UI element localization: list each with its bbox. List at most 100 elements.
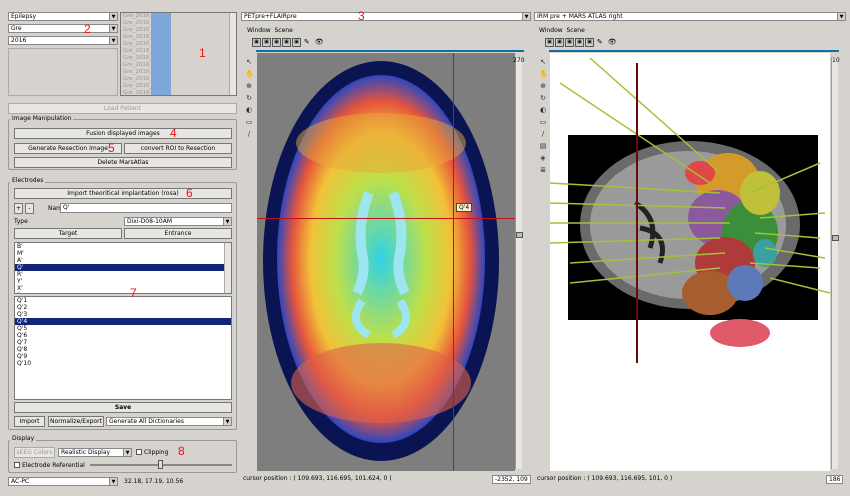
seeg-colors-button[interactable]: sEEG Colors bbox=[14, 447, 55, 458]
left-view-slider-handle[interactable] bbox=[516, 232, 523, 238]
right-view-slider[interactable] bbox=[831, 57, 839, 469]
electrode-list-item[interactable]: I' bbox=[15, 292, 231, 293]
oblique-view-icon[interactable]: ▣ bbox=[282, 38, 291, 47]
electrode-list-item[interactable]: B' bbox=[15, 243, 231, 250]
normalize-export-button[interactable]: Normalize/Export bbox=[48, 416, 104, 427]
sagittal-view-icon[interactable]: ▣ bbox=[262, 38, 271, 47]
load-patient-button[interactable]: Load Patient bbox=[8, 103, 237, 114]
axial-view-icon[interactable]: ▣ bbox=[545, 38, 554, 47]
electrode-list-scrollbar[interactable] bbox=[224, 243, 231, 293]
right-menu-scene[interactable]: Scene bbox=[567, 27, 585, 34]
subject-item[interactable]: Gre_2016_ bbox=[121, 83, 152, 90]
3d-view-icon[interactable]: ▣ bbox=[585, 38, 594, 47]
palette-icon[interactable]: ◈ bbox=[539, 154, 547, 162]
year-select[interactable]: 2016 ▼ bbox=[8, 36, 118, 45]
3d-view-icon[interactable]: ▣ bbox=[292, 38, 301, 47]
subject-item[interactable]: Gre_2016_ bbox=[121, 55, 152, 62]
contact-list-item[interactable]: Q'1 bbox=[15, 297, 231, 304]
entrance-button[interactable]: Entrance bbox=[124, 228, 232, 239]
import-button[interactable]: Import bbox=[14, 416, 45, 427]
zoom-icon[interactable]: ⊕ bbox=[245, 82, 253, 90]
subject-list[interactable]: Gre_2016_ Gre_2016_ Gre_2016_ Gre_2016_ Gre_… bbox=[120, 12, 237, 96]
save-button[interactable]: Save bbox=[14, 402, 232, 413]
clipping-slider-handle[interactable] bbox=[158, 460, 163, 469]
pan-icon[interactable]: ✋ bbox=[245, 70, 254, 78]
contact-list-item[interactable]: Q'6 bbox=[15, 332, 231, 339]
pan-icon[interactable]: ✋ bbox=[539, 70, 548, 78]
delete-marsatlas-button[interactable]: Delete MarsAtlas bbox=[14, 157, 232, 168]
subject-item[interactable]: Gre_2016_ bbox=[121, 13, 152, 20]
rotate-icon[interactable]: ↻ bbox=[539, 94, 547, 102]
subject-item[interactable]: Gre_2016_ bbox=[121, 62, 152, 69]
oblique-view-icon[interactable]: ▣ bbox=[575, 38, 584, 47]
fusion-button[interactable]: Fusion displayed images bbox=[14, 128, 232, 139]
subject-item[interactable]: Gre_2016_ bbox=[121, 69, 152, 76]
right-menu-window[interactable]: Window bbox=[539, 27, 563, 34]
clipping-checkbox[interactable] bbox=[136, 449, 142, 455]
right-view-slider-handle[interactable] bbox=[832, 235, 839, 241]
electrode-list-item[interactable]: A' bbox=[15, 257, 231, 264]
convert-roi-button[interactable]: convert ROI to Resection bbox=[124, 143, 232, 154]
dictionaries-select[interactable]: Generate All Dictionaries ▼ bbox=[106, 417, 232, 426]
coord-mode-select[interactable]: AC-PC ▼ bbox=[8, 477, 118, 486]
left-view-selector[interactable]: PETpre+FLAIRpre ▼ bbox=[241, 12, 531, 21]
pointer-icon[interactable]: ↖ bbox=[245, 58, 253, 66]
electrode-list-item[interactable]: X' bbox=[15, 285, 231, 292]
remove-electrode-button[interactable]: - bbox=[25, 203, 34, 214]
coronal-view-icon[interactable]: ▣ bbox=[272, 38, 281, 47]
left-view-slider[interactable] bbox=[515, 57, 523, 469]
add-electrode-button[interactable]: + bbox=[14, 203, 23, 214]
electrode-list-item[interactable]: R' bbox=[15, 271, 231, 278]
subject-item[interactable]: Gre_2016_ bbox=[121, 34, 152, 41]
roi-icon[interactable]: ▭ bbox=[245, 118, 253, 126]
left-brain-view[interactable]: Q'4 bbox=[257, 53, 515, 471]
electrode-referential-checkbox[interactable] bbox=[14, 462, 20, 468]
sagittal-view-icon[interactable]: ▣ bbox=[555, 38, 564, 47]
tools-icon[interactable]: ✎ bbox=[597, 38, 603, 46]
subject-item[interactable]: Gre_2016_ bbox=[121, 90, 152, 95]
subject-item[interactable]: Gre_2016_ bbox=[121, 27, 152, 34]
electrode-list[interactable]: B'M'A'Q'R'Y'X'I' bbox=[14, 242, 232, 294]
contact-list-item[interactable]: Q'10 bbox=[15, 360, 231, 367]
rotate-icon[interactable]: ↻ bbox=[245, 94, 253, 102]
left-menu-window[interactable]: Window bbox=[247, 27, 271, 34]
contact-list-item[interactable]: Q'5 bbox=[15, 325, 231, 332]
coronal-view-icon[interactable]: ▣ bbox=[565, 38, 574, 47]
generate-resection-button[interactable]: Generate Resection Image bbox=[14, 143, 122, 154]
display-mode-select[interactable]: Realistic Display ▼ bbox=[58, 448, 132, 457]
contact-list-item[interactable]: Q'8 bbox=[15, 346, 231, 353]
subject-item[interactable]: Gre_2016_ bbox=[121, 48, 152, 55]
subject-item[interactable]: Gre_2016_ bbox=[121, 41, 152, 48]
electrode-list-item[interactable]: Q' bbox=[15, 264, 231, 271]
subject-item[interactable]: Gre_2016_ bbox=[121, 76, 152, 83]
pointer-icon[interactable]: ↖ bbox=[539, 58, 547, 66]
left-menu-scene[interactable]: Scene bbox=[275, 27, 293, 34]
target-button[interactable]: Target bbox=[14, 228, 122, 239]
eye-icon[interactable]: 👁 bbox=[608, 38, 617, 46]
roi-icon[interactable]: ▭ bbox=[539, 118, 547, 126]
electrode-list-item[interactable]: Y' bbox=[15, 278, 231, 285]
center-select[interactable]: Epilepsy ▼ bbox=[8, 12, 118, 21]
right-3d-view[interactable] bbox=[550, 53, 830, 471]
site-select[interactable]: Gre ▼ bbox=[8, 24, 118, 33]
subject-item[interactable]: Gre_2016_ bbox=[121, 20, 152, 27]
eye-icon[interactable]: 👁 bbox=[315, 38, 324, 46]
electrode-list-item[interactable]: M' bbox=[15, 250, 231, 257]
contrast-icon[interactable]: ◐ bbox=[245, 106, 253, 114]
axial-view-icon[interactable]: ▣ bbox=[252, 38, 261, 47]
tools-icon[interactable]: ✎ bbox=[304, 38, 310, 46]
import-implantation-button[interactable]: Import theoritical implantation (rosa) bbox=[14, 188, 232, 199]
contact-list-item[interactable]: Q'7 bbox=[15, 339, 231, 346]
contact-list[interactable]: Q'1 Q'2 Q'3 Q'4 Q'5 Q'6 Q'7 Q'8 Q'9 Q'10 bbox=[14, 296, 232, 400]
measure-icon[interactable]: ∕ bbox=[539, 130, 547, 138]
electrode-type-select[interactable]: Dixi-D08-10AM ▼ bbox=[124, 217, 232, 226]
layers-icon[interactable]: ≣ bbox=[539, 166, 547, 174]
contrast-icon[interactable]: ◐ bbox=[539, 106, 547, 114]
contact-list-item[interactable]: Q'4 bbox=[15, 318, 231, 325]
measure-icon[interactable]: ∕ bbox=[245, 130, 253, 138]
subject-scrollbar[interactable] bbox=[229, 13, 236, 95]
electrode-name-input[interactable]: Q' bbox=[60, 203, 232, 213]
zoom-icon[interactable]: ⊕ bbox=[539, 82, 547, 90]
right-view-selector[interactable]: IRM pre + MARS ATLAS right ▼ bbox=[534, 12, 846, 21]
contact-list-item[interactable]: Q'2 bbox=[15, 304, 231, 311]
